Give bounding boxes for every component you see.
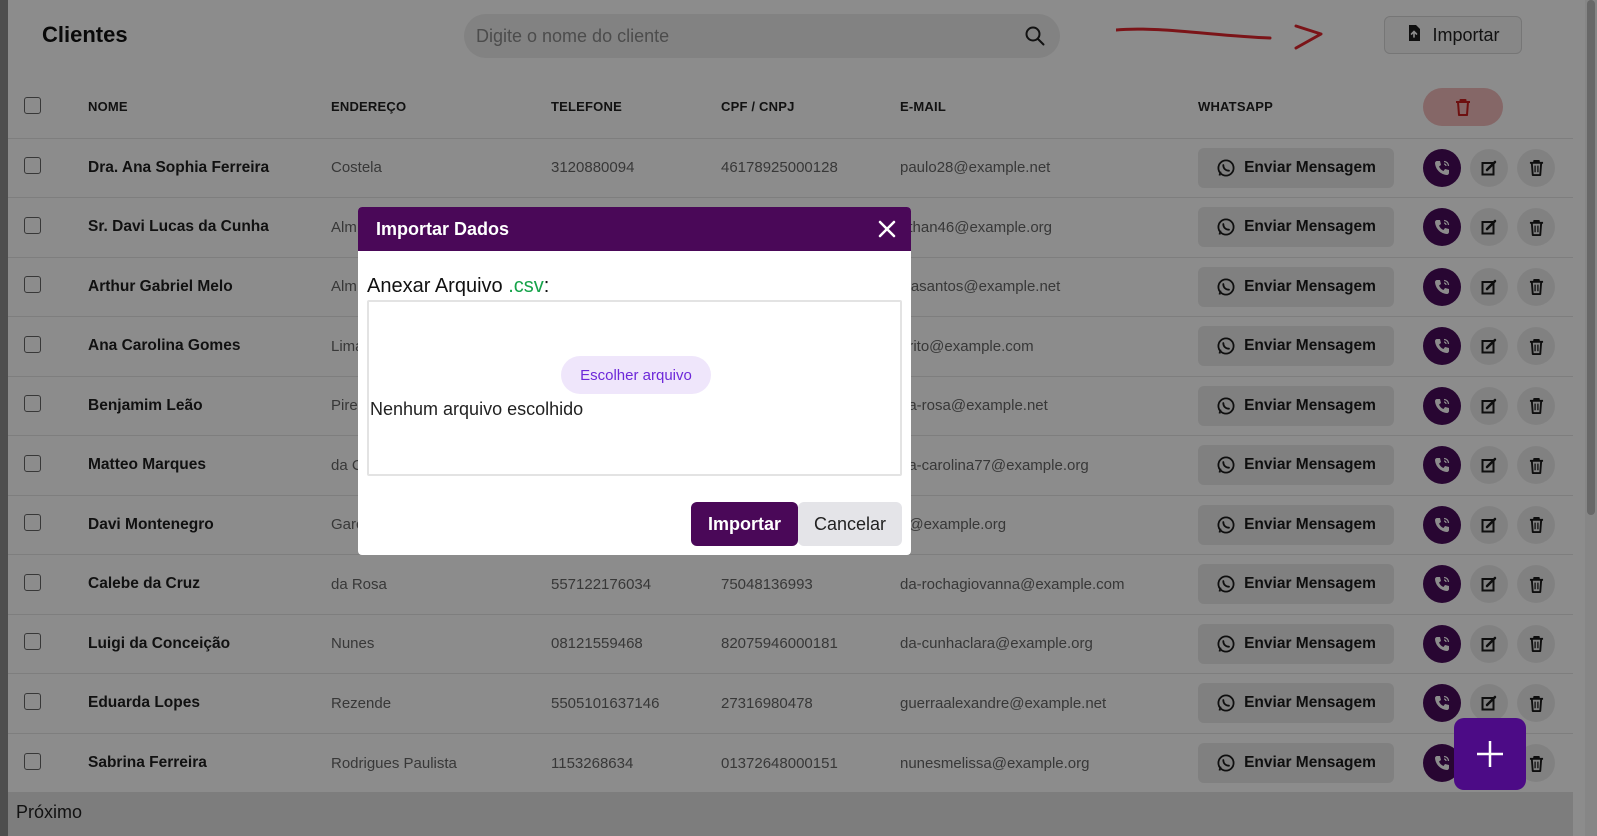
dialog-cancel-button[interactable]: Cancelar [798,502,902,546]
no-file-text: Nenhum arquivo escolhido [370,399,584,419]
dialog-header: Importar Dados [358,207,911,251]
attach-label-text: Anexar Arquivo [367,275,509,297]
attach-file-label: Anexar Arquivo .csv: [367,275,549,298]
file-drop-area[interactable]: Escolher arquivo Nenhum arquivo escolhid… [367,300,902,476]
dialog-title: Importar Dados [376,218,510,239]
attach-label-suffix: : [543,275,550,297]
import-dialog: Importar Dados Anexar Arquivo .csv: Esco… [358,207,911,555]
attach-extension: .csv [508,275,544,297]
close-icon [878,220,896,238]
dialog-import-button[interactable]: Importar [691,502,798,546]
plus-icon [1477,741,1503,767]
dialog-close-button[interactable] [875,217,899,241]
add-client-button[interactable] [1454,718,1526,790]
choose-file-button[interactable]: Escolher arquivo [561,356,711,394]
